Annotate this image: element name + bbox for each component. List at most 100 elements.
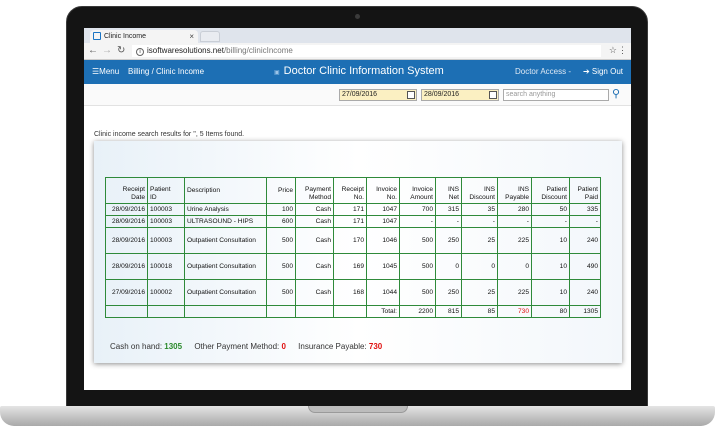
table-cell: 28/09/2016 [105, 203, 148, 216]
table-cell: 700 [399, 203, 436, 216]
table-cell: 168 [333, 279, 367, 306]
total-ins-payable: 730 [497, 305, 532, 318]
table-cell: 100018 [147, 253, 185, 280]
address-bar: ← → ↻ i isoftwaresolutions.net/billing/cl… [84, 43, 631, 60]
search-icon[interactable]: ⚲ [612, 87, 620, 100]
calendar-icon[interactable] [407, 91, 415, 99]
table-cell: 500 [266, 253, 296, 280]
bookmark-star-icon[interactable]: ☆ [609, 45, 617, 56]
column-header-text: INS [518, 186, 529, 193]
table-cell: - [399, 215, 436, 228]
column-header-text: Discount [541, 194, 567, 201]
table-cell: 0 [435, 253, 462, 280]
insurance-payable-value: 730 [368, 342, 383, 351]
col-receipt-no[interactable]: Receipt No. [333, 177, 367, 204]
table-cell: 1047 [366, 215, 400, 228]
breadcrumb[interactable]: Billing / Clinic Income [128, 67, 204, 76]
table-cell: 225 [497, 227, 532, 254]
column-header-text: Method [309, 194, 331, 201]
col-receipt-date[interactable]: Receipt Date [105, 177, 148, 204]
table-cell: 280 [497, 203, 532, 216]
column-header-text: ID [150, 194, 157, 201]
menu-toggle-button[interactable]: ☰Menu [92, 67, 119, 76]
column-header-text: Receipt [341, 186, 364, 193]
browser-tabbar: Clinic Income × [84, 28, 631, 43]
table-row[interactable]: 28/09/2016 100018 Outpatient Consultation 5… [105, 253, 601, 280]
table-cell: - [497, 215, 532, 228]
col-ins-payable[interactable]: INS Payable [497, 177, 532, 204]
column-header-text: Paid [584, 194, 598, 201]
forward-arrow-icon[interactable]: → [102, 45, 112, 57]
url-field[interactable]: i isoftwaresolutions.net/billing/clinicIn… [132, 45, 601, 57]
column-header-text: Invoice [376, 186, 397, 193]
new-tab-button[interactable] [200, 31, 220, 42]
date-to-input[interactable]: 28/09/2016 [421, 89, 499, 101]
col-price[interactable]: Price [266, 177, 296, 204]
table-row[interactable]: 28/09/2016 100003 Urine Analysis 100 Cash 171… [105, 203, 601, 216]
table-cell: 25 [461, 227, 498, 254]
back-arrow-icon[interactable]: ← [88, 45, 98, 57]
table-cell: 225 [497, 279, 532, 306]
calendar-icon[interactable] [489, 91, 497, 99]
table-cell: 1047 [366, 203, 400, 216]
table-cell: 335 [569, 203, 601, 216]
table-cell: 25 [461, 279, 498, 306]
table-row[interactable]: 28/09/2016 100003 ULTRASOUND - HIPS 600 Cash… [105, 215, 601, 228]
table-cell: 171 [333, 203, 367, 216]
col-invoice-no[interactable]: Invoice No. [366, 177, 400, 204]
reload-icon[interactable]: ↻ [117, 45, 125, 57]
browser-tab[interactable]: Clinic Income × [90, 30, 198, 43]
table-cell: - [531, 215, 570, 228]
table-total-row: Total: 2200 815 85 730 80 1305 [105, 305, 601, 318]
table-cell: 50 [531, 203, 570, 216]
cash-value: 1305 [164, 342, 183, 351]
column-header-text: No. [353, 194, 364, 201]
results-summary: Clinic income search results for '', 5 I… [94, 131, 245, 138]
table-cell: 28/09/2016 [105, 253, 148, 280]
col-ins-discount[interactable]: INS Discount [461, 177, 498, 204]
total-patient-paid: 1305 [569, 305, 601, 318]
date-from-input[interactable]: 27/09/2016 [339, 89, 417, 101]
table-cell: 10 [531, 227, 570, 254]
table-cell: Urine Analysis [184, 203, 267, 216]
table-cell: 500 [266, 227, 296, 254]
col-patient-discount[interactable]: Patient Discount [531, 177, 570, 204]
col-ins-net[interactable]: INS Net [435, 177, 462, 204]
table-cell: - [435, 215, 462, 228]
url-path: /billing/clinicIncome [223, 46, 293, 55]
table-cell: 28/09/2016 [105, 215, 148, 228]
table-cell: 0 [461, 253, 498, 280]
table-cell: 500 [399, 227, 436, 254]
table-cell: 100002 [147, 279, 185, 306]
col-patient-id[interactable]: Patient ID [147, 177, 185, 204]
table-row[interactable]: 28/09/2016 100003 Outpatient Consultation 5… [105, 227, 601, 254]
browser-menu-icon[interactable]: ⋮ [618, 45, 627, 56]
table-cell: Outpatient Consultation [184, 227, 267, 254]
column-header-text: Payment [304, 186, 331, 193]
column-header-text: INS [448, 186, 459, 193]
income-table: Receipt Date Patient ID Description Price … [105, 177, 601, 318]
info-icon[interactable]: i [136, 48, 144, 56]
col-description[interactable]: Description [184, 177, 267, 204]
search-input[interactable]: search anything [503, 89, 609, 101]
col-payment-method[interactable]: Payment Method [295, 177, 334, 204]
sign-out-button[interactable]: ➔ Sign Out [583, 67, 623, 76]
table-cell: 35 [461, 203, 498, 216]
col-patient-paid[interactable]: Patient Paid [569, 177, 601, 204]
page-title: ▣ Doctor Clinic Information System [274, 65, 444, 77]
total-ins-net: 815 [435, 305, 462, 318]
table-cell: 28/09/2016 [105, 227, 148, 254]
cash-label: Cash on hand: [110, 342, 163, 351]
column-header-text: Discount [469, 194, 495, 201]
table-cell: Cash [295, 203, 334, 216]
table-row[interactable]: 27/09/2016 100002 Outpatient Consultation 5… [105, 279, 601, 306]
col-invoice-amount[interactable]: Invoice Amount [399, 177, 436, 204]
table-cell: 600 [266, 215, 296, 228]
table-cell: 1045 [366, 253, 400, 280]
access-level: Doctor Access - [514, 67, 571, 76]
table-cell: Cash [295, 253, 334, 280]
tab-close-icon[interactable]: × [189, 30, 194, 43]
table-cell: Outpatient Consultation [184, 253, 267, 280]
table-cell: 10 [531, 279, 570, 306]
column-header-text: Amount [410, 194, 433, 201]
